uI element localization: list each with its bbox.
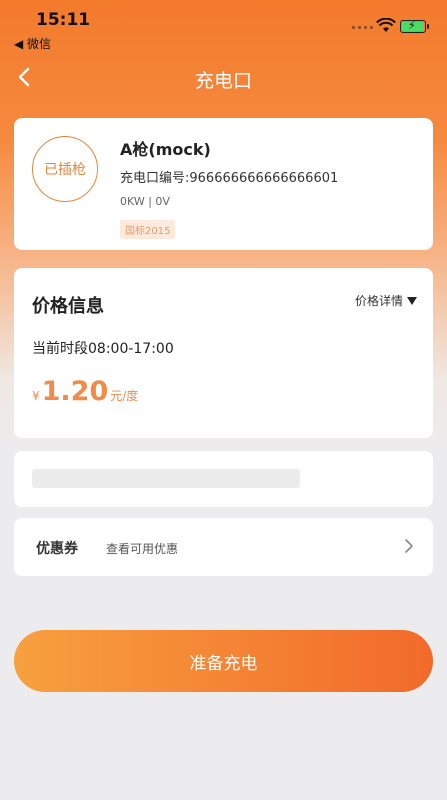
signal-icon	[352, 26, 373, 29]
coupon-row[interactable]: 优惠券 查看可用优惠	[14, 518, 433, 576]
charging-gun-card: 已插枪 A枪(mock) 充电口编号:966666666666666601 0K…	[14, 118, 433, 250]
placeholder-card	[14, 451, 433, 507]
gun-code: 充电口编号:966666666666666601	[120, 171, 339, 186]
chevron-right-icon	[405, 539, 413, 553]
price-detail-toggle[interactable]: 价格详情	[355, 292, 417, 309]
back-to-app-link[interactable]: ◀ 微信	[14, 35, 51, 52]
battery-icon: ⚡	[400, 19, 429, 33]
loading-skeleton	[32, 469, 300, 488]
price-currency: ¥	[32, 389, 40, 403]
price-unit: 元/度	[110, 389, 139, 403]
triangle-down-icon	[407, 296, 417, 305]
current-period: 当前时段08:00-17:00	[32, 341, 174, 357]
standard-tag: 国标2015	[120, 220, 176, 239]
price-row: ¥ 1.20 元/度	[32, 376, 138, 407]
status-bar: 15:11 ◀ 微信 ⚡	[0, 0, 447, 52]
price-info-card: 价格信息 价格详情 当前时段08:00-17:00 ¥ 1.20 元/度	[14, 268, 433, 438]
nav-bar: 充电口	[0, 52, 447, 104]
price-value: 1.20	[41, 376, 109, 407]
gun-name: A枪(mock)	[120, 140, 211, 159]
coupon-hint: 查看可用优惠	[106, 542, 179, 556]
gun-status-badge: 已插枪	[32, 136, 98, 202]
prepare-charge-button[interactable]: 准备充电	[14, 630, 433, 692]
page-title: 充电口	[194, 70, 252, 92]
status-time: 15:11	[36, 10, 91, 30]
price-title: 价格信息	[32, 296, 104, 317]
gun-power: 0KW | 0V	[120, 195, 170, 208]
wifi-icon	[376, 18, 396, 32]
price-detail-label: 价格详情	[354, 294, 403, 308]
coupon-label: 优惠券	[36, 541, 78, 557]
